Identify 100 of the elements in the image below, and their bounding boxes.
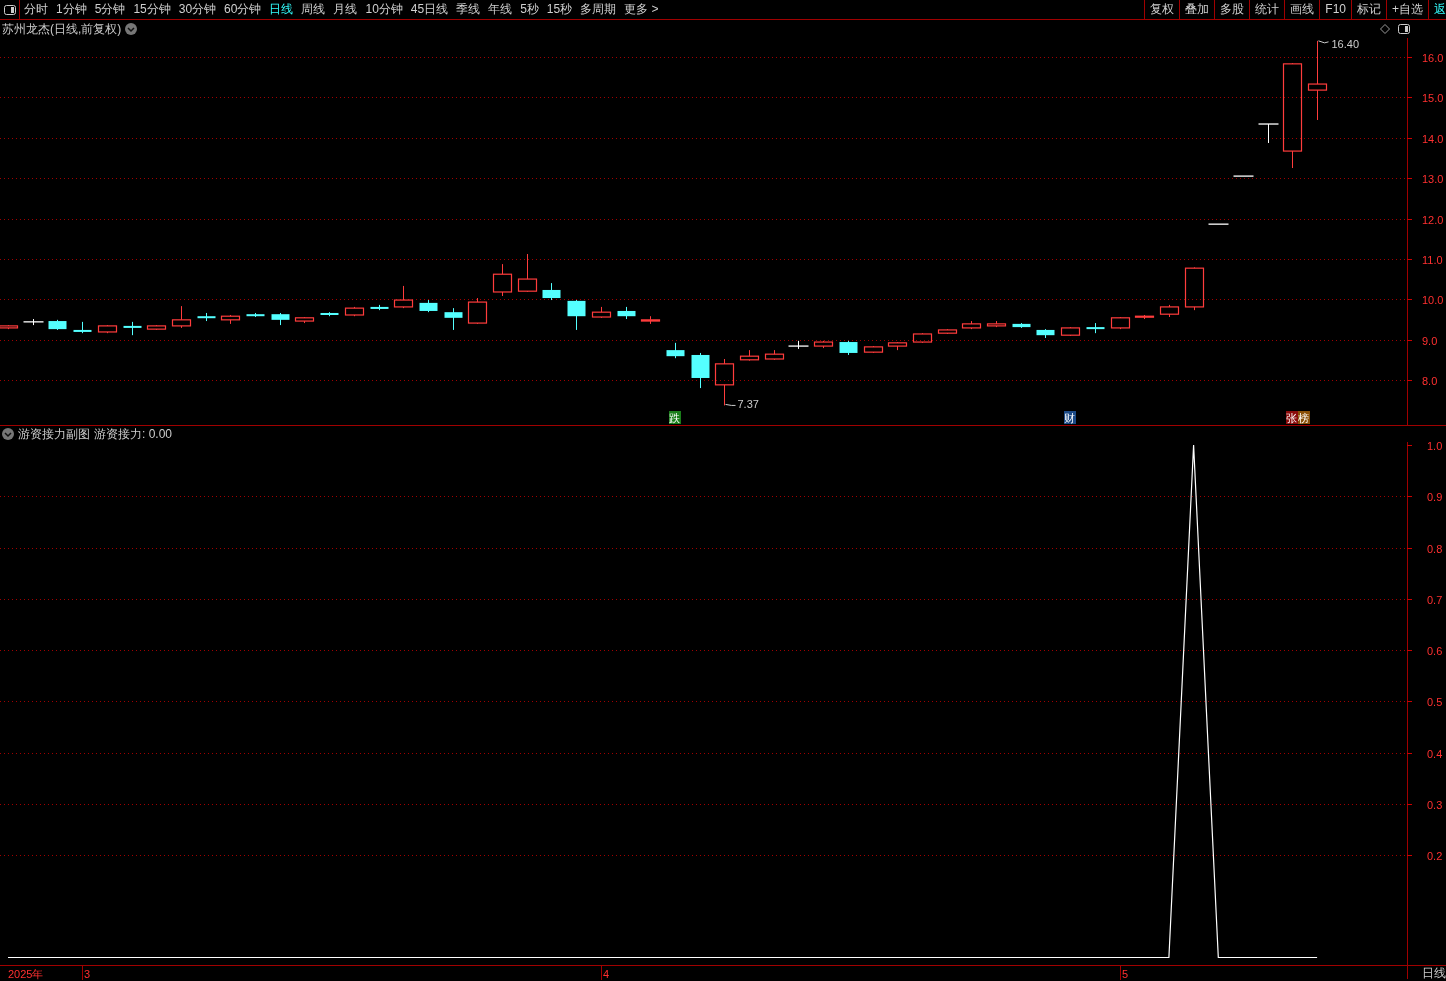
indicator-axis-label: 0.4 bbox=[1427, 747, 1443, 760]
candlestick bbox=[123, 321, 142, 336]
diamond-icon[interactable] bbox=[1380, 24, 1390, 34]
candlestick bbox=[246, 312, 265, 318]
high-price-label: 16.40 bbox=[1318, 38, 1360, 50]
candlestick bbox=[0, 324, 19, 330]
signal-tag[interactable]: 榜 bbox=[1298, 411, 1310, 424]
candlestick bbox=[691, 352, 710, 389]
candlestick bbox=[492, 263, 513, 297]
period-tab[interactable]: 5分钟 bbox=[90, 0, 130, 19]
candlestick bbox=[567, 299, 586, 331]
candlestick bbox=[1110, 316, 1131, 330]
toolbar-button[interactable]: 画线 bbox=[1284, 0, 1320, 19]
price-axis-label: 8.0 bbox=[1422, 374, 1438, 387]
signal-tag[interactable]: 跌 bbox=[669, 411, 681, 424]
price-axis-label: 16.0 bbox=[1422, 51, 1444, 64]
toolbar-button[interactable]: +自选 bbox=[1386, 0, 1428, 19]
period-tab[interactable]: 季线 bbox=[452, 0, 485, 19]
price-axis-label: 9.0 bbox=[1422, 334, 1438, 347]
low-price-label: 7.37 bbox=[725, 398, 759, 411]
indicator-axis-label: 0.7 bbox=[1427, 593, 1443, 606]
price-axis-label: 12.0 bbox=[1422, 213, 1444, 226]
candlestick bbox=[961, 320, 982, 330]
period-tab[interactable]: 月线 bbox=[329, 0, 362, 19]
candlestick bbox=[617, 306, 636, 320]
period-tab[interactable]: 多周期 bbox=[576, 0, 621, 19]
date-axis-label: 5 bbox=[1122, 968, 1129, 980]
candlestick bbox=[294, 316, 315, 324]
date-axis-label: 2025年 bbox=[8, 968, 44, 980]
candlestick bbox=[1184, 266, 1205, 311]
candlestick bbox=[813, 340, 834, 349]
candlestick bbox=[1207, 223, 1230, 225]
candlestick bbox=[197, 312, 216, 322]
date-axis-label: 3 bbox=[84, 968, 91, 980]
period-tab[interactable]: 10分钟 bbox=[361, 0, 407, 19]
candlestick bbox=[739, 349, 760, 362]
toolbar-button[interactable]: 标记 bbox=[1351, 0, 1386, 19]
toolbar-button[interactable]: 复权 bbox=[1144, 0, 1180, 19]
candlestick bbox=[764, 349, 785, 361]
toolbar-button[interactable]: 叠加 bbox=[1179, 0, 1215, 19]
period-tab[interactable]: 分时 bbox=[20, 0, 52, 19]
candlestick bbox=[986, 320, 1007, 328]
price-axis-label: 11.0 bbox=[1422, 253, 1443, 266]
candlestick bbox=[1012, 322, 1031, 329]
period-tab[interactable]: 日线 bbox=[265, 0, 298, 19]
candlestick bbox=[517, 253, 538, 293]
candlestick bbox=[787, 340, 810, 350]
period-tab[interactable]: 5秒 bbox=[516, 0, 543, 19]
candlestick bbox=[344, 306, 365, 317]
candlestick bbox=[839, 340, 858, 356]
candlestick bbox=[419, 299, 438, 313]
candlestick bbox=[97, 324, 118, 334]
period-tab[interactable]: 更多 > bbox=[620, 0, 663, 19]
date-axis-label: 4 bbox=[603, 968, 610, 980]
indicator-name: 游资接力副图 bbox=[18, 425, 90, 443]
period-tab[interactable]: 15分钟 bbox=[129, 0, 175, 19]
signal-tag[interactable]: 财 bbox=[1064, 411, 1076, 424]
indicator-axis-label: 1.0 bbox=[1427, 442, 1443, 452]
indicator-axis-label: 0.3 bbox=[1427, 798, 1443, 811]
indicator-axis-label: 0.2 bbox=[1427, 849, 1443, 862]
period-tab[interactable]: 1分钟 bbox=[52, 0, 91, 19]
panel-toggle-icon[interactable] bbox=[1398, 24, 1410, 34]
candlestick bbox=[666, 342, 685, 359]
candlestick bbox=[48, 319, 67, 331]
chart-title: 苏州龙杰(日线,前复权) bbox=[2, 21, 122, 38]
period-tab[interactable]: 周线 bbox=[297, 0, 330, 19]
candlestick bbox=[22, 318, 45, 326]
candlestick bbox=[912, 332, 933, 344]
candlestick bbox=[640, 315, 661, 325]
price-axis-label: 15.0 bbox=[1422, 91, 1444, 104]
panel-toggle-icon[interactable] bbox=[3, 4, 16, 15]
indicator-axis-label: 0.9 bbox=[1427, 490, 1443, 503]
back-button[interactable]: 返 bbox=[1428, 0, 1446, 19]
indicator-axis-label: 0.6 bbox=[1427, 644, 1443, 657]
indicator-axis-label: 0.5 bbox=[1427, 695, 1443, 708]
period-tab[interactable]: 15秒 bbox=[542, 0, 577, 19]
candlestick bbox=[542, 282, 561, 301]
price-axis-label: 14.0 bbox=[1422, 132, 1444, 145]
period-tab[interactable]: 30分钟 bbox=[174, 0, 221, 19]
candlestick bbox=[1159, 304, 1180, 318]
candlestick bbox=[887, 341, 908, 351]
dropdown-icon[interactable] bbox=[125, 23, 138, 35]
candlestick bbox=[220, 314, 241, 325]
signal-tag[interactable]: 张 bbox=[1286, 411, 1298, 424]
toolbar-button[interactable]: F10 bbox=[1319, 0, 1351, 19]
period-tab[interactable]: 年线 bbox=[484, 0, 517, 19]
candlestick bbox=[1134, 314, 1155, 320]
candlestick bbox=[591, 306, 612, 319]
dropdown-icon[interactable] bbox=[2, 428, 14, 440]
toolbar-button[interactable]: 多股 bbox=[1214, 0, 1250, 19]
candlestick bbox=[393, 285, 414, 309]
candlestick bbox=[1257, 123, 1280, 144]
price-axis-label: 10.0 bbox=[1422, 293, 1444, 306]
toolbar-button[interactable]: 统计 bbox=[1249, 0, 1285, 19]
period-tab[interactable]: 60分钟 bbox=[220, 0, 266, 19]
candlestick bbox=[1086, 322, 1105, 334]
period-tab[interactable]: 45日线 bbox=[406, 0, 453, 19]
candlestick bbox=[320, 311, 339, 317]
indicator-axis-label: 0.8 bbox=[1427, 542, 1443, 555]
price-axis-label: 13.0 bbox=[1422, 172, 1444, 185]
